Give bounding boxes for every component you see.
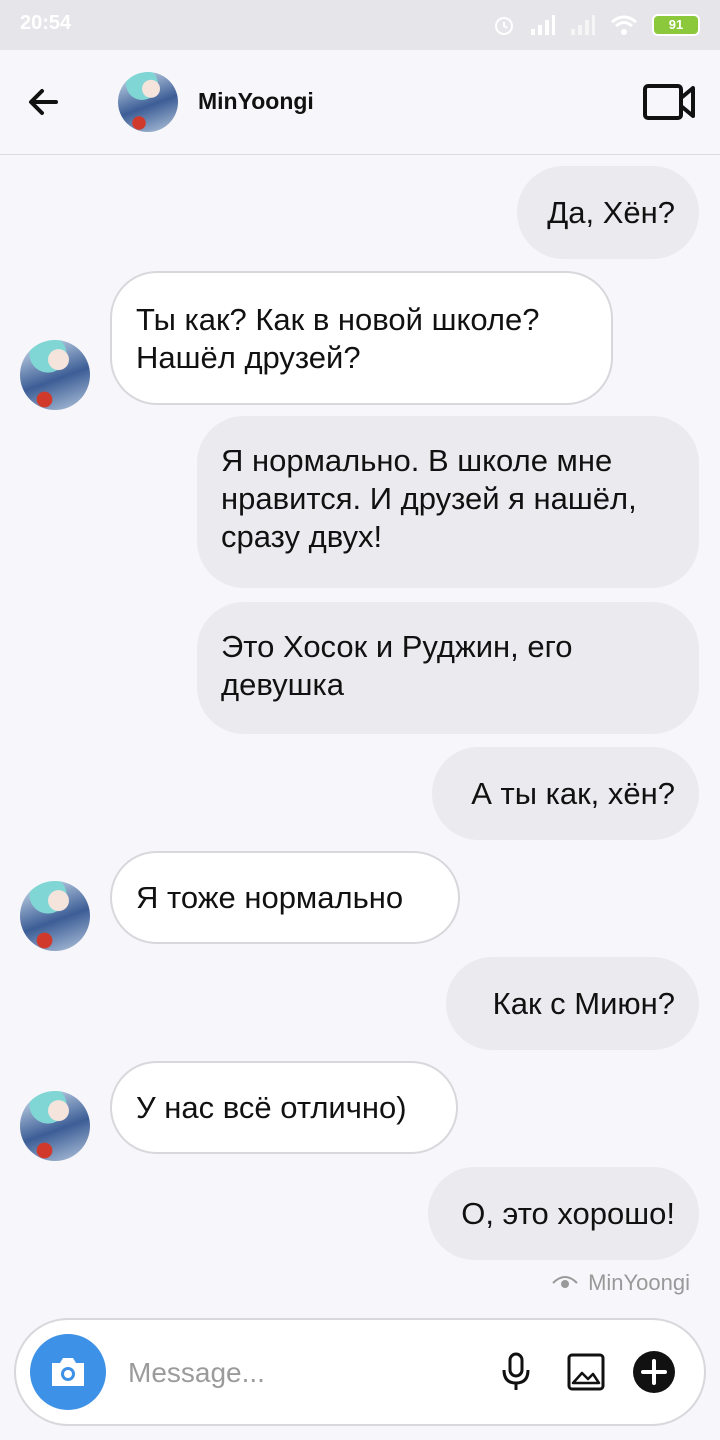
signal-icon [531,15,555,35]
message-bubble-outgoing[interactable]: Я нормально. В школе мне нравится. И дру… [197,416,699,588]
message-bubble-incoming[interactable]: У нас всё отлично) [110,1061,458,1154]
more-button[interactable] [630,1348,678,1396]
avatar[interactable] [20,340,90,410]
message-bubble-outgoing[interactable]: Как с Миюн? [446,957,699,1050]
microphone-button[interactable] [492,1348,540,1396]
contact-name[interactable]: MinYoongi [198,88,314,115]
message-bubble-outgoing[interactable]: Это Хосок и Руджин, его девушка [197,602,699,734]
message-bubble-outgoing[interactable]: О, это хорошо! [428,1167,699,1260]
microphone-icon [502,1352,530,1390]
message-bubble-incoming[interactable]: Ты как? Как в новой школе? Нашёл друзей? [110,271,613,405]
avatar[interactable] [118,72,178,132]
message-input[interactable] [126,1348,470,1398]
camera-icon [52,1358,84,1386]
status-icons: 91 [492,10,700,40]
gallery-button[interactable] [562,1348,610,1396]
seen-by-name: MinYoongi [588,1270,690,1295]
gallery-icon [567,1353,605,1391]
plus-circle-icon [633,1351,675,1393]
chat-header: MinYoongi [0,50,720,155]
status-time: 20:54 [20,12,72,34]
wifi-icon [611,15,637,35]
message-bubble-outgoing[interactable]: А ты как, хён? [432,747,699,840]
video-call-icon[interactable] [642,80,696,124]
avatar[interactable] [20,1091,90,1161]
battery-indicator: 91 [652,14,700,36]
back-arrow-icon[interactable] [22,80,66,124]
message-composer [14,1318,706,1426]
eye-icon [552,1276,578,1288]
alarm-icon [495,17,513,35]
avatar[interactable] [20,881,90,951]
camera-button[interactable] [30,1334,106,1410]
signal-2-icon [571,15,595,35]
status-bar: 20:54 91 [0,0,720,50]
message-bubble-outgoing[interactable]: Да, Хён? [517,166,699,259]
message-bubble-incoming[interactable]: Я тоже нормально [110,851,460,944]
seen-indicator: MinYoongi [552,1270,690,1296]
